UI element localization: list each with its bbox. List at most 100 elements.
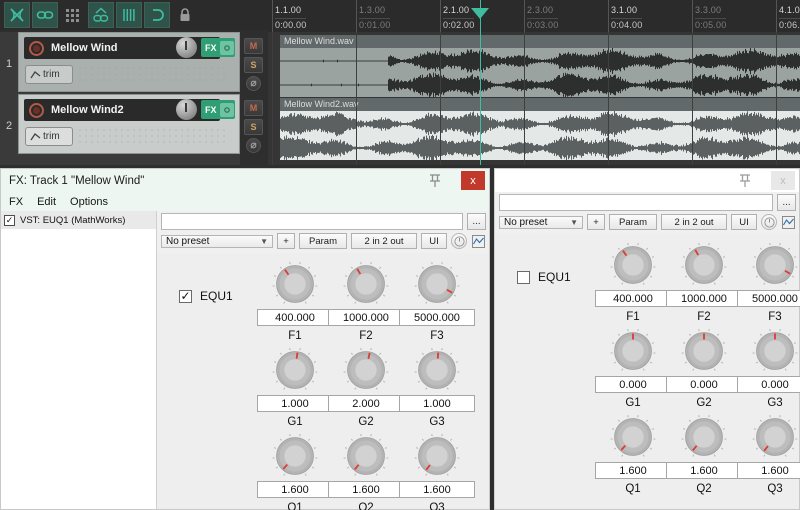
audio-clip-1[interactable]: Mellow Wind.wav — [280, 35, 800, 97]
fx-right-close-button[interactable]: x — [771, 171, 795, 190]
record-arm-icon[interactable] — [29, 40, 44, 56]
knob-Q1[interactable] — [272, 433, 318, 479]
menu-options[interactable]: Options — [70, 196, 108, 208]
knob-G3[interactable] — [752, 328, 798, 374]
gear-icon[interactable] — [219, 40, 234, 55]
track-header-1[interactable]: Mellow Wind FX trim — [18, 32, 240, 92]
snap-link-icon[interactable] — [88, 2, 114, 28]
knob-G2[interactable] — [681, 328, 727, 374]
loop-icon[interactable] — [144, 2, 170, 28]
knob-Q2[interactable] — [343, 433, 389, 479]
knob-F1[interactable] — [272, 261, 318, 307]
knob-Q3[interactable] — [414, 433, 460, 479]
value-F2[interactable]: 1000.000 — [666, 290, 742, 307]
lock-icon[interactable] — [172, 2, 198, 28]
fx-left-preset-select[interactable]: No preset ▼ — [161, 234, 273, 248]
crossfade-icon[interactable] — [4, 2, 30, 28]
fx-right-more-button[interactable]: ... — [777, 194, 796, 211]
gear-icon[interactable] — [219, 102, 234, 117]
knob-G1[interactable] — [272, 347, 318, 393]
value-Q1[interactable]: 1.600 — [257, 481, 333, 498]
menu-edit[interactable]: Edit — [37, 196, 56, 208]
phase-button-2[interactable]: ⌀ — [246, 138, 261, 153]
fx-right-graph-icon[interactable] — [781, 215, 796, 229]
value-Q1[interactable]: 1.600 — [595, 462, 671, 479]
track-trim-button-2[interactable]: trim — [25, 127, 73, 146]
equ1-checkbox[interactable] — [517, 270, 530, 284]
menu-fx[interactable]: FX — [9, 196, 23, 208]
fx-left-titlebar[interactable]: FX: Track 1 "Mellow Wind" x — [1, 169, 489, 192]
knob-G3[interactable] — [414, 347, 460, 393]
fx-left-more-button[interactable]: ... — [467, 213, 486, 230]
fx-right-param-button[interactable]: Param — [609, 214, 657, 230]
pin-icon[interactable] — [427, 172, 443, 189]
grid-icon[interactable] — [60, 2, 86, 28]
knob-F2[interactable] — [343, 261, 389, 307]
knob-F3[interactable] — [752, 242, 798, 288]
fx-window-right[interactable]: x ... No preset ▼ + Param 2 in 2 out UI … — [494, 168, 800, 510]
fx-left-bypass-icon[interactable] — [451, 233, 467, 249]
timeline-ruler[interactable]: 1.1.00 0:00.00 1.3.00 0:01.00 2.1.00 0:02.00 2… — [268, 0, 800, 32]
fx-left-close-button[interactable]: x — [461, 171, 485, 190]
fx-left-add-button[interactable]: + — [277, 233, 295, 249]
knob-Q1[interactable] — [610, 414, 656, 460]
fx-left-param-button[interactable]: Param — [299, 233, 347, 249]
knob-G1[interactable] — [610, 328, 656, 374]
phase-button-1[interactable]: ⌀ — [246, 76, 261, 91]
quantize-icon[interactable] — [116, 2, 142, 28]
record-arm-icon[interactable] — [29, 102, 44, 118]
value-F3[interactable]: 5000.000 — [737, 290, 800, 307]
value-G2[interactable]: 0.000 — [666, 376, 742, 393]
track-trim-button-1[interactable]: trim — [25, 65, 73, 84]
value-F1[interactable]: 400.000 — [257, 309, 333, 326]
fx-right-preset-select[interactable]: No preset ▼ — [499, 215, 583, 229]
plugin-enable-row[interactable]: ✓ EQU1 — [179, 289, 233, 303]
track-fx-button-1[interactable]: FX — [201, 38, 235, 57]
plugin-enable-checkbox[interactable]: ✓ — [4, 214, 15, 226]
fx-left-graph-icon[interactable] — [471, 234, 486, 248]
value-Q2[interactable]: 1.600 — [666, 462, 742, 479]
audio-clip-2[interactable]: Mellow Wind2.wav — [280, 98, 800, 160]
fx-right-titlebar[interactable]: x — [495, 169, 799, 192]
fx-right-bypass-icon[interactable] — [761, 214, 777, 230]
knob-F2[interactable] — [681, 242, 727, 288]
pin-icon[interactable] — [737, 172, 753, 189]
arrange-view[interactable]: Mellow Wind.wav Mellow Wind2.wav — [268, 32, 800, 165]
value-F3[interactable]: 5000.000 — [399, 309, 475, 326]
value-F1[interactable]: 400.000 — [595, 290, 671, 307]
solo-button-2[interactable]: S — [244, 119, 263, 135]
playhead-marker[interactable] — [471, 8, 489, 19]
fx-right-text-input[interactable] — [499, 194, 773, 211]
mute-button-2[interactable]: M — [244, 100, 263, 116]
knob-G2[interactable] — [343, 347, 389, 393]
value-G2[interactable]: 2.000 — [328, 395, 404, 412]
track-volume-knob-1[interactable] — [176, 37, 197, 58]
value-G3[interactable]: 0.000 — [737, 376, 800, 393]
fx-left-text-input[interactable] — [161, 213, 463, 230]
fx-left-io-button[interactable]: 2 in 2 out — [351, 233, 417, 249]
fx-right-add-button[interactable]: + — [587, 214, 605, 230]
fx-left-ui-button[interactable]: UI — [421, 233, 447, 249]
equ1-checkbox[interactable]: ✓ — [179, 289, 192, 303]
value-Q3[interactable]: 1.600 — [737, 462, 800, 479]
link-icon[interactable] — [32, 2, 58, 28]
track-fx-button-2[interactable]: FX — [201, 100, 235, 119]
value-F2[interactable]: 1000.000 — [328, 309, 404, 326]
solo-button-1[interactable]: S — [244, 57, 263, 73]
mute-button-1[interactable]: M — [244, 38, 263, 54]
value-G3[interactable]: 1.000 — [399, 395, 475, 412]
value-Q2[interactable]: 1.600 — [328, 481, 404, 498]
knob-Q3[interactable] — [752, 414, 798, 460]
value-Q3[interactable]: 1.600 — [399, 481, 475, 498]
knob-F1[interactable] — [610, 242, 656, 288]
fx-left-plugin-list[interactable]: ✓ VST: EUQ1 (MathWorks) — [1, 211, 157, 509]
value-G1[interactable]: 1.000 — [257, 395, 333, 412]
fx-right-io-button[interactable]: 2 in 2 out — [661, 214, 727, 230]
plugin-list-item[interactable]: ✓ VST: EUQ1 (MathWorks) — [1, 211, 156, 229]
value-G1[interactable]: 0.000 — [595, 376, 671, 393]
plugin-enable-row[interactable]: EQU1 — [517, 270, 571, 284]
track-volume-knob-2[interactable] — [176, 99, 197, 120]
fx-right-ui-button[interactable]: UI — [731, 214, 757, 230]
knob-F3[interactable] — [414, 261, 460, 307]
knob-Q2[interactable] — [681, 414, 727, 460]
